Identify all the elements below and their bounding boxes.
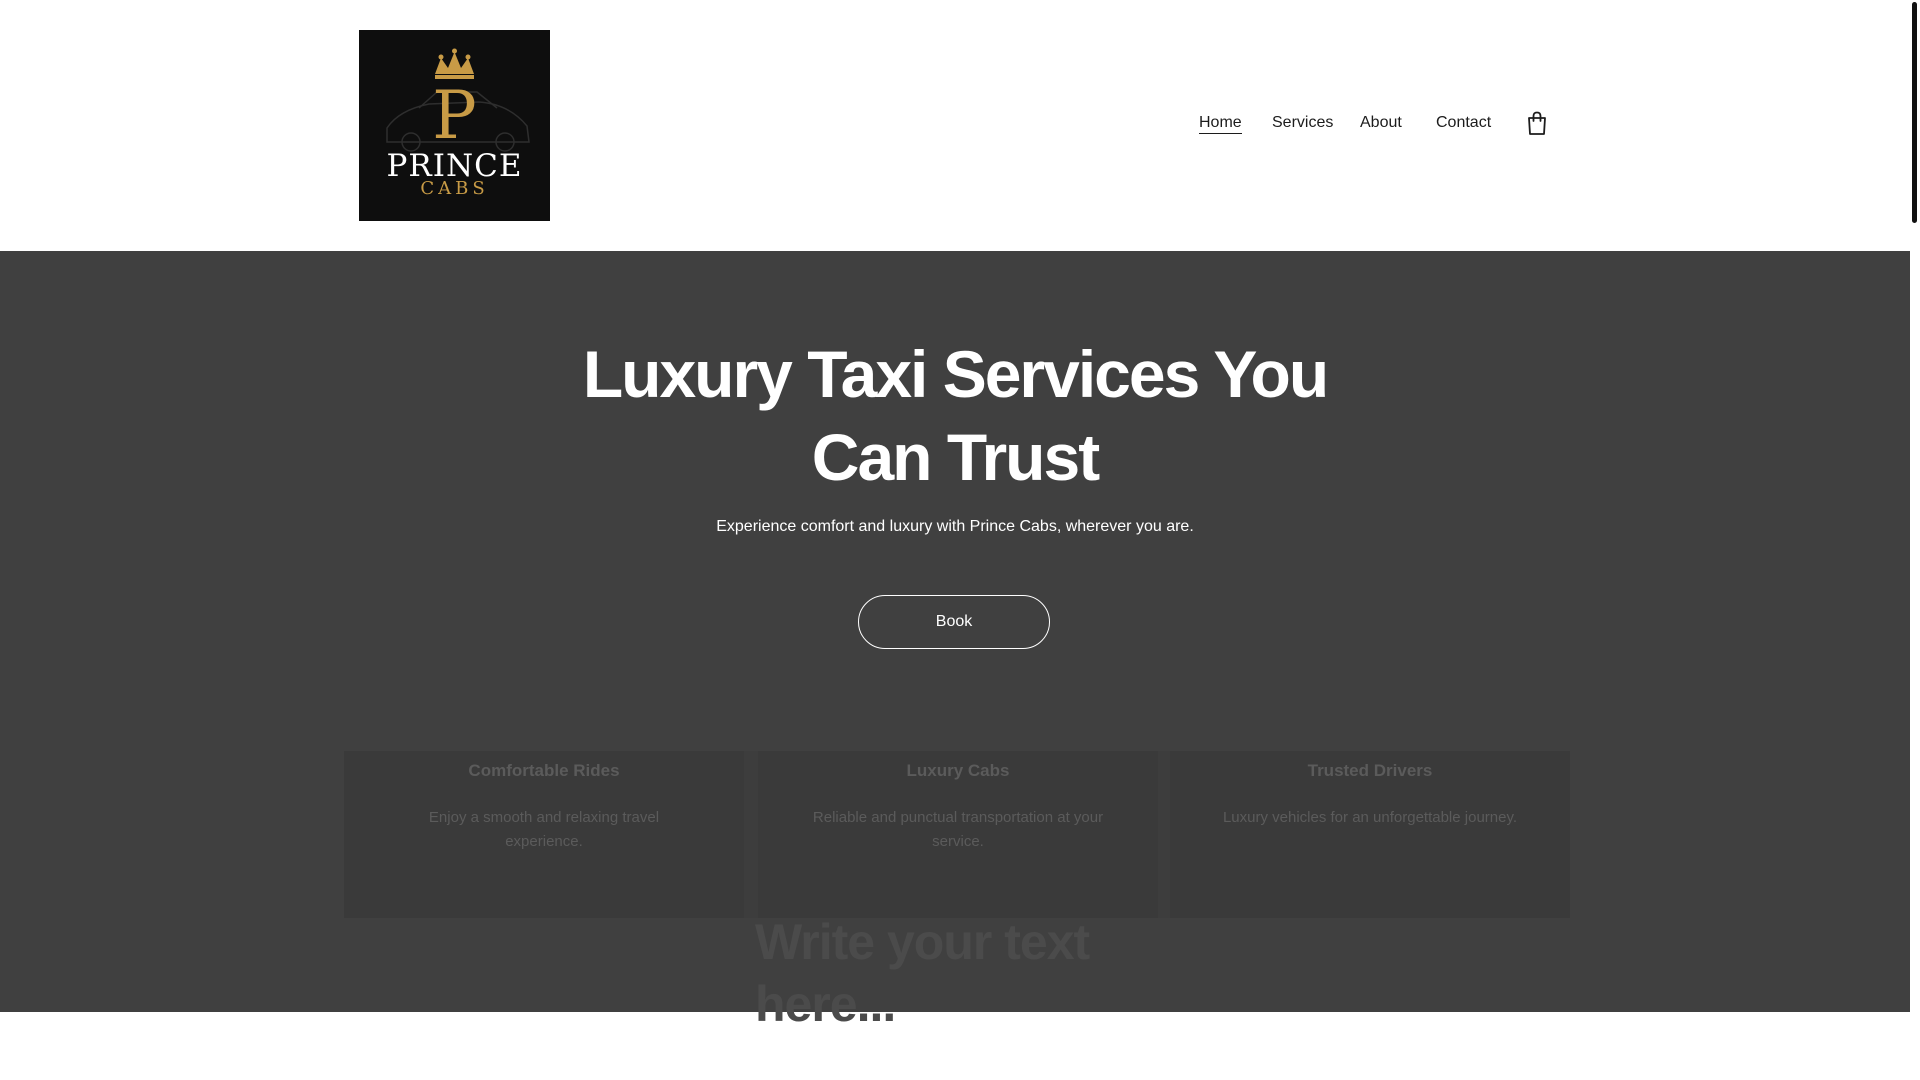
hero-subtitle: Experience comfort and luxury with Princ… (716, 518, 1194, 535)
feature-description: Reliable and punctual transportation at … (812, 809, 1104, 850)
feature-title: Luxury Cabs (906, 761, 1010, 780)
nav-home-link[interactable]: Home (1199, 114, 1242, 134)
hero-section: Luxury Taxi Services You Can Trust Exper… (0, 251, 1910, 1012)
feature-card-luxury-cabs: Luxury Cabs Reliable and punctual transp… (758, 751, 1158, 918)
crown-icon (435, 48, 474, 79)
placeholder-heading[interactable]: Write your text here... (755, 911, 1135, 1035)
logo-word-cabs: CABS (420, 178, 489, 199)
hero-title: Luxury Taxi Services You Can Trust (582, 337, 1329, 494)
feature-title: Trusted Drivers (1307, 761, 1433, 780)
feature-card-comfortable-rides: Comfortable Rides Enjoy a smooth and rel… (344, 751, 744, 918)
book-button[interactable]: Book (858, 595, 1050, 649)
feature-description: Luxury vehicles for an unforgettable jou… (1222, 809, 1518, 826)
nav-about-link[interactable]: About (1360, 114, 1402, 132)
shopping-bag-icon[interactable] (1527, 111, 1547, 135)
scrollbar-thumb[interactable] (1912, 2, 1917, 223)
svg-text:P: P (432, 77, 476, 154)
feature-title: Comfortable Rides (468, 761, 620, 780)
site-header: P PRINCE CABS Home Services About Contac… (0, 0, 1910, 251)
features-row: Comfortable Rides Enjoy a smooth and rel… (344, 751, 1570, 918)
prince-cabs-logo[interactable]: P PRINCE CABS (359, 30, 550, 221)
feature-description: Enjoy a smooth and relaxing travel exper… (428, 809, 660, 850)
nav-services-link[interactable]: Services (1272, 114, 1333, 132)
nav-contact-link[interactable]: Contact (1436, 114, 1491, 132)
feature-card-trusted-drivers: Trusted Drivers Luxury vehicles for an u… (1170, 751, 1570, 918)
